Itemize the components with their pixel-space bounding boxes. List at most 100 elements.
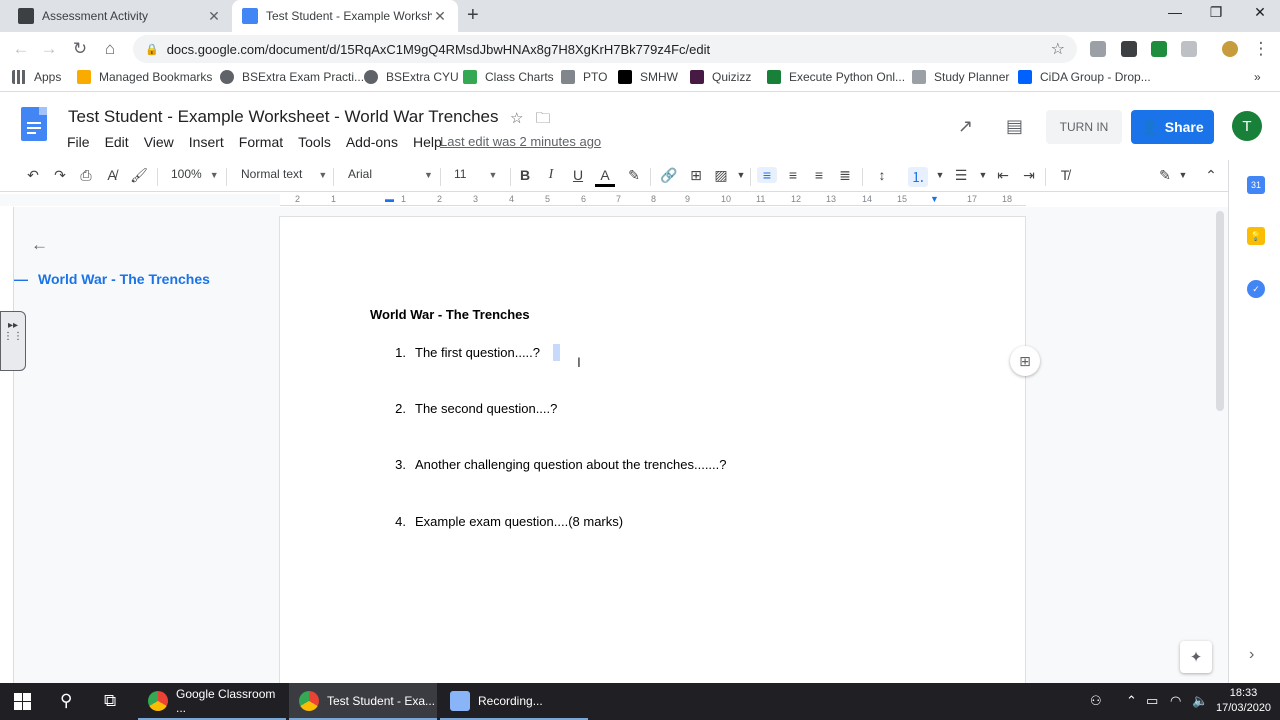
bookmark-item[interactable]: PTO [561,70,607,84]
restore-icon[interactable]: ❐ [1201,4,1231,21]
bookmark-item[interactable]: SMHW [618,70,678,84]
new-tab-button[interactable]: + [467,4,479,27]
search-icon[interactable]: ⚲ [60,691,72,711]
minimize-icon[interactable]: — [1160,4,1190,20]
extension-icon[interactable] [1121,41,1137,57]
taskbar-app-recording[interactable]: Recording... [440,683,588,720]
tab-assessment-activity[interactable]: Assessment Activity ✕ [8,0,232,32]
image-icon[interactable]: ▨ [711,167,731,184]
paint-format-icon[interactable]: 🖌 [129,167,149,184]
spellcheck-icon[interactable]: A̸ [102,167,122,183]
extension-icon[interactable] [1151,41,1167,57]
underline-icon[interactable]: U [568,167,588,183]
share-button[interactable]: 👤 Share [1131,110,1214,144]
question-text[interactable]: Another challenging question about the t… [415,457,727,472]
outline-back-arrow-icon[interactable]: ← [31,235,48,255]
tray-expand-chevron-up-icon[interactable]: ⌃ [1126,693,1137,709]
close-icon[interactable]: ✕ [432,8,448,25]
more-menu-icon[interactable]: ⋮ [1250,38,1272,60]
comments-icon[interactable]: ▤ [1006,116,1023,137]
horizontal-ruler[interactable]: 2 1 ▬ 1 2 3 4 5 6 7 8 9 10 11 12 13 14 1… [280,194,1026,206]
hide-menus-chevron-up-icon[interactable]: ⌃ [1201,167,1221,184]
menu-view[interactable]: View [144,134,174,150]
star-icon[interactable]: ☆ [510,110,523,127]
menu-insert[interactable]: Insert [189,134,224,150]
bookmark-star-icon[interactable]: ☆ [1051,39,1065,59]
taskbar-app-chrome-classroom[interactable]: Google Classroom ... [138,683,286,720]
bookmark-item[interactable]: Class Charts [463,70,554,84]
chevron-right-icon[interactable]: › [1249,646,1254,664]
bookmark-item[interactable]: Execute Python Onl... [767,70,905,84]
increase-indent-icon[interactable]: ⇥ [1019,167,1039,184]
calendar-icon[interactable]: 31 [1247,176,1265,194]
menu-edit[interactable]: Edit [105,134,129,150]
document-page[interactable]: World War - The Trenches 1. The first qu… [280,217,1025,687]
add-comment-button[interactable]: ⊞ [1010,346,1040,376]
task-view-icon[interactable]: ⧉ [104,691,116,711]
move-folder-icon[interactable]: 🗀 [536,110,551,127]
question-text[interactable]: Example exam question....(8 marks) [415,514,623,529]
back-icon[interactable]: ← [10,38,32,60]
activity-trend-icon[interactable]: ↗ [958,116,973,137]
keep-icon[interactable]: 💡 [1247,227,1265,245]
numbered-list-icon[interactable]: ⒈ [908,167,928,187]
wifi-icon[interactable]: ◠ [1170,693,1181,709]
menu-help[interactable]: Help [413,134,442,150]
more-bookmarks-icon[interactable]: » [1254,70,1261,84]
vertical-ruler[interactable] [0,207,14,683]
undo-icon[interactable]: ↶ [23,167,43,184]
bookmark-folder[interactable]: Managed Bookmarks [77,70,212,84]
menu-format[interactable]: Format [239,134,283,150]
turn-in-button[interactable]: TURN IN [1046,110,1122,144]
justify-icon[interactable]: ≣ [835,167,855,184]
menu-addons[interactable]: Add-ons [346,134,398,150]
last-edit-link[interactable]: Last edit was 2 minutes ago [440,134,601,149]
bookmark-item[interactable]: BSExtra CYU [364,70,459,84]
forward-icon[interactable]: → [38,38,60,60]
right-indent-marker-icon[interactable]: ▼ [930,194,939,204]
decrease-indent-icon[interactable]: ⇤ [993,167,1013,184]
link-icon[interactable]: 🔗 [659,167,679,184]
taskbar-app-chrome-docs[interactable]: Test Student - Exa... [289,683,437,720]
question-text[interactable]: The first question.....? [415,345,540,360]
reload-icon[interactable]: ↻ [69,38,91,60]
tasks-icon[interactable]: ✓ [1247,280,1265,298]
profile-icon[interactable] [1222,41,1238,57]
chevron-down-icon[interactable]: ▼ [973,170,993,180]
align-center-icon[interactable]: ≡ [783,167,803,183]
add-comment-icon[interactable]: ⊞ [686,167,706,184]
explore-button[interactable]: ✦ [1180,641,1212,673]
document-title[interactable]: Test Student - Example Worksheet - World… [68,107,499,127]
close-icon[interactable]: ✕ [206,8,222,25]
vertical-scrollbar[interactable] [1216,211,1224,411]
window-close-icon[interactable]: ✕ [1245,4,1275,21]
align-left-icon[interactable]: ≡ [757,167,777,183]
italic-icon[interactable]: I [541,167,561,183]
bookmark-item[interactable]: CiDA Group - Drop... [1018,70,1151,84]
extension-icon[interactable] [1090,41,1106,57]
battery-icon[interactable]: ▭ [1146,693,1158,709]
outline-panel-handle[interactable]: ▸▸ ⋮⋮ [0,311,26,371]
zoom-select[interactable]: 100% ▼ [171,167,219,181]
align-right-icon[interactable]: ≡ [809,167,829,183]
clear-formatting-icon[interactable]: T̸ [1055,167,1075,183]
document-heading[interactable]: World War - The Trenches [370,307,530,322]
chevron-down-icon[interactable]: ▼ [1173,170,1193,180]
style-select[interactable]: Normal text ▼ [241,167,327,181]
bookmark-item[interactable]: Study Planner [912,70,1009,84]
docs-logo-icon[interactable] [21,107,47,141]
chevron-down-icon[interactable]: ▼ [930,170,950,180]
menu-file[interactable]: File [67,134,90,150]
bookmark-item[interactable]: BSExtra Exam Practi... [220,70,364,84]
menu-tools[interactable]: Tools [298,134,331,150]
redo-icon[interactable]: ↷ [50,167,70,184]
windows-start-icon[interactable] [14,693,31,710]
volume-icon[interactable]: 🔈 [1192,693,1208,709]
bookmark-item[interactable]: Quizizz [690,70,751,84]
font-size-select[interactable]: 11 ▼ [454,167,497,181]
text-color-icon[interactable]: A [595,167,615,187]
people-icon[interactable]: ⚇ [1090,693,1102,709]
tab-test-student-worksheet[interactable]: Test Student - Example Worksheet ✕ [232,0,458,32]
editing-mode-icon[interactable]: ✎ [1155,167,1175,184]
chevron-down-icon[interactable]: ▼ [731,170,751,180]
